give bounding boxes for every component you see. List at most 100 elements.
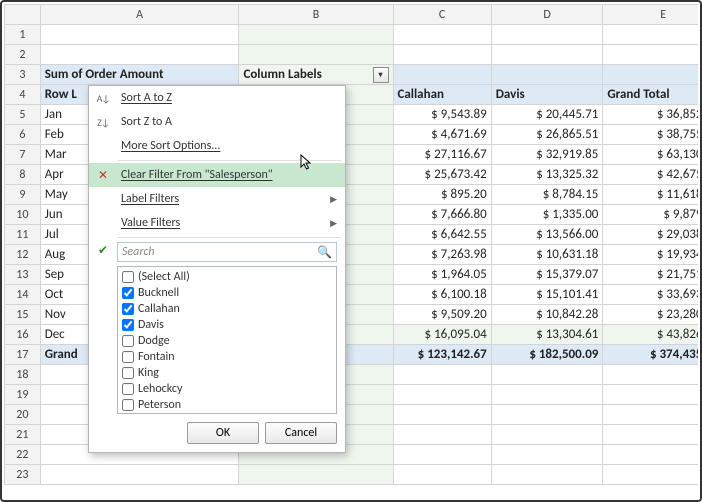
data-cell[interactable]: $ 6,100.18 (393, 285, 491, 305)
cell[interactable] (603, 45, 698, 65)
data-cell[interactable]: $ 9,879.00 (603, 205, 698, 225)
cell[interactable] (603, 65, 698, 85)
filter-checkbox[interactable] (122, 335, 134, 347)
menu-more-sort[interactable]: More Sort Options... (89, 134, 345, 158)
cell[interactable] (393, 425, 491, 445)
menu-sort-za[interactable]: Z↓ Sort Z to A (89, 110, 345, 134)
filter-checkbox[interactable] (122, 351, 134, 363)
row-header[interactable]: 18 (5, 365, 41, 385)
row-header[interactable]: 4 (5, 85, 41, 105)
data-cell[interactable]: $ 33,693.49 (603, 285, 698, 305)
col-header-A[interactable]: A (40, 5, 239, 25)
filter-search-input[interactable]: Search 🔍 (117, 242, 337, 262)
data-cell[interactable]: $ 7,263.98 (393, 245, 491, 265)
cell[interactable] (491, 45, 603, 65)
data-cell[interactable]: $ 43,826.38 (603, 325, 698, 345)
cell[interactable] (603, 465, 698, 485)
filter-checkbox[interactable] (122, 287, 134, 299)
data-cell[interactable]: $ 38,755.10 (603, 125, 698, 145)
row-header[interactable]: 16 (5, 325, 41, 345)
cell[interactable] (40, 465, 239, 485)
filter-item[interactable]: Peterson (122, 397, 332, 413)
cell[interactable] (491, 65, 603, 85)
data-cell[interactable]: $ 19,934.03 (603, 245, 698, 265)
sum-of-order-amount-label[interactable]: Sum of Order Amount (40, 65, 239, 85)
row-header[interactable]: 1 (5, 25, 41, 45)
filter-item[interactable]: Callahan (122, 301, 332, 317)
cell[interactable] (40, 25, 239, 45)
row-header[interactable]: 3 (5, 65, 41, 85)
data-cell[interactable]: $ 13,304.61 (491, 325, 603, 345)
filter-checkbox[interactable] (122, 271, 134, 283)
menu-sort-az[interactable]: A↓ Sort A to Z (89, 86, 345, 110)
data-cell[interactable]: $ 9,509.20 (393, 305, 491, 325)
data-cell[interactable]: $ 15,379.07 (491, 265, 603, 285)
salesperson-header[interactable]: Callahan (393, 85, 491, 105)
cell[interactable] (393, 445, 491, 465)
ok-button[interactable]: OK (187, 422, 259, 444)
grand-total-cell[interactable]: $ 123,142.67 (393, 345, 491, 365)
filter-checkbox[interactable] (122, 383, 134, 395)
cell[interactable] (393, 365, 491, 385)
data-cell[interactable]: $ 63,130.05 (603, 145, 698, 165)
filter-values-listbox[interactable]: (Select All)BucknellCallahanDavisDodgeFo… (117, 266, 337, 414)
cancel-button[interactable]: Cancel (265, 422, 337, 444)
row-header[interactable]: 17 (5, 345, 41, 365)
data-cell[interactable]: $ 16,095.04 (393, 325, 491, 345)
filter-item[interactable]: Davis (122, 317, 332, 333)
grand-total-header[interactable]: Grand Total (603, 85, 698, 105)
row-header[interactable]: 7 (5, 145, 41, 165)
menu-label-filters[interactable]: Label Filters ▶ (89, 187, 345, 211)
data-cell[interactable]: $ 8,784.15 (491, 185, 603, 205)
data-cell[interactable]: $ 895.20 (393, 185, 491, 205)
cell[interactable] (40, 45, 239, 65)
data-cell[interactable]: $ 20,445.71 (491, 105, 603, 125)
col-header-B[interactable]: B (239, 5, 393, 25)
filter-checkbox[interactable] (122, 303, 134, 315)
cell[interactable] (491, 445, 603, 465)
col-header-D[interactable]: D (491, 5, 603, 25)
cell[interactable] (491, 365, 603, 385)
row-header[interactable]: 14 (5, 285, 41, 305)
filter-checkbox[interactable] (122, 367, 134, 379)
data-cell[interactable]: $ 36,852.32 (603, 105, 698, 125)
cell[interactable] (393, 65, 491, 85)
data-cell[interactable]: $ 6,642.55 (393, 225, 491, 245)
cell[interactable] (491, 425, 603, 445)
data-cell[interactable]: $ 10,842.28 (491, 305, 603, 325)
data-cell[interactable]: $ 7,666.80 (393, 205, 491, 225)
data-cell[interactable]: $ 32,919.85 (491, 145, 603, 165)
col-header-C[interactable]: C (393, 5, 491, 25)
data-cell[interactable]: $ 13,566.00 (491, 225, 603, 245)
cell[interactable] (603, 425, 698, 445)
row-header[interactable]: 11 (5, 225, 41, 245)
row-header[interactable]: 2 (5, 45, 41, 65)
data-cell[interactable]: $ 1,964.05 (393, 265, 491, 285)
filter-item[interactable]: King (122, 365, 332, 381)
row-header[interactable]: 9 (5, 185, 41, 205)
data-cell[interactable]: $ 15,101.41 (491, 285, 603, 305)
data-cell[interactable]: $ 11,618.35 (603, 185, 698, 205)
filter-checkbox[interactable] (122, 399, 134, 411)
row-header[interactable]: 19 (5, 385, 41, 405)
row-header[interactable]: 8 (5, 165, 41, 185)
row-header[interactable]: 5 (5, 105, 41, 125)
cell[interactable] (393, 25, 491, 45)
filter-item[interactable]: Lehockcy (122, 381, 332, 397)
cell[interactable] (603, 385, 698, 405)
cell[interactable] (393, 385, 491, 405)
cell[interactable] (239, 465, 393, 485)
salesperson-header[interactable]: Davis (491, 85, 603, 105)
row-header[interactable]: 15 (5, 305, 41, 325)
row-header[interactable]: 20 (5, 405, 41, 425)
filter-item[interactable]: Fontain (122, 349, 332, 365)
cell[interactable] (603, 405, 698, 425)
data-cell[interactable]: $ 9,543.89 (393, 105, 491, 125)
menu-value-filters[interactable]: Value Filters ▶ (89, 211, 345, 235)
col-header-E[interactable]: E (603, 5, 698, 25)
data-cell[interactable]: $ 25,673.42 (393, 165, 491, 185)
row-header[interactable]: 10 (5, 205, 41, 225)
data-cell[interactable]: $ 4,671.69 (393, 125, 491, 145)
data-cell[interactable]: $ 21,751.20 (603, 265, 698, 285)
filter-item[interactable]: (Select All) (122, 269, 332, 285)
